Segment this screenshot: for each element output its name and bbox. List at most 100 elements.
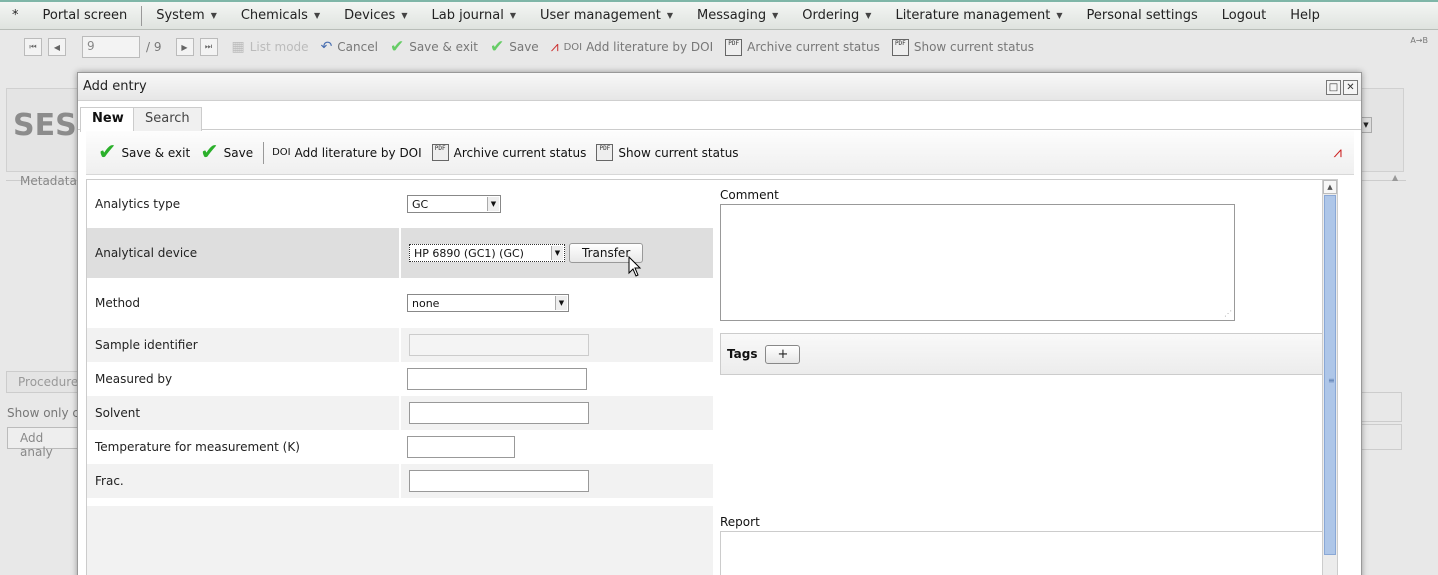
measured-by-input[interactable] xyxy=(407,368,587,390)
menu-label: Chemicals xyxy=(240,8,308,23)
menu-item-user-management[interactable]: User management ▼ xyxy=(528,2,685,30)
report-textarea[interactable] xyxy=(720,531,1337,575)
save-exit-button[interactable]: ✔ Save & exit xyxy=(390,37,478,57)
add-doi-label: Add literature by DOI xyxy=(294,145,422,160)
measured-by-label: Measured by xyxy=(95,372,173,386)
check-icon: ✔ xyxy=(98,139,117,165)
menu-item-personal-settings[interactable]: Personal settings xyxy=(1074,2,1209,30)
analytics-type-select[interactable]: GC ▼ xyxy=(407,195,501,213)
toolbar-separator xyxy=(263,141,265,164)
menu-item-ordering[interactable]: Ordering ▼ xyxy=(790,2,883,30)
tab-search[interactable]: Search xyxy=(133,107,202,131)
save-label: Save xyxy=(509,40,539,54)
menu-label: * xyxy=(12,8,19,23)
show-label: Show current status xyxy=(618,145,739,160)
dialog-add-doi-button[interactable]: DOI Add literature by DOI xyxy=(272,146,422,160)
chevron-down-icon: ▼ xyxy=(865,11,872,20)
menu-label: Lab journal xyxy=(431,8,504,23)
temperature-input[interactable] xyxy=(407,436,515,458)
maximize-icon[interactable]: □ xyxy=(1326,80,1341,95)
list-mode-button[interactable]: ▦ List mode xyxy=(232,39,309,55)
add-entry-dialog: Add entry □ ✕ New Search ✔ Save & exit ✔ S… xyxy=(77,72,1362,575)
close-icon[interactable]: ✕ xyxy=(1343,80,1358,95)
row-temperature: Temperature for measurement (K) xyxy=(87,430,713,464)
page-number-input[interactable]: 9 xyxy=(82,36,140,58)
cancel-label: Cancel xyxy=(337,40,378,54)
analytics-type-value: GC xyxy=(412,197,429,211)
frac-input[interactable] xyxy=(409,470,589,492)
collapse-arrow-icon[interactable]: ▲ xyxy=(1392,173,1398,182)
row-analytics-type: Analytics type GC ▼ xyxy=(87,180,713,228)
show-label: Show current status xyxy=(913,40,1035,54)
row-analytical-device: Analytical device HP 6890 (GC1) (GC) ▼ Tr… xyxy=(87,228,713,278)
last-record-icon[interactable]: ⏭ xyxy=(199,38,218,56)
scroll-thumb[interactable]: ≡ xyxy=(1324,195,1336,555)
tags-label: Tags xyxy=(727,347,758,361)
comment-textarea[interactable]: ⋰ xyxy=(720,204,1235,321)
chevron-down-icon: ▼ xyxy=(487,197,499,211)
chevron-down-icon: ▼ xyxy=(210,11,217,20)
chevron-down-icon: ▼ xyxy=(666,11,673,20)
pdf-archive-icon: PDF xyxy=(431,144,449,161)
grid-icon: ▦ xyxy=(231,39,245,55)
menu-item-portal-screen[interactable]: Portal screen xyxy=(31,2,140,30)
tab-new[interactable]: New xyxy=(80,107,136,132)
tags-panel: Tags + xyxy=(720,333,1332,375)
method-select[interactable]: none ▼ xyxy=(407,294,569,312)
sort-direction-icon[interactable]: A→B xyxy=(1410,36,1428,45)
menu-item-devices[interactable]: Devices ▼ xyxy=(332,2,419,30)
first-record-icon[interactable]: ⏮ xyxy=(24,38,42,56)
vertical-scrollbar[interactable]: ▲ ≡ xyxy=(1322,180,1337,575)
resize-handle-icon[interactable]: ⋰ xyxy=(1224,309,1232,318)
analytics-type-label: Analytics type xyxy=(95,197,181,211)
add-doi-button[interactable]: ⩘ DOI Add literature by DOI xyxy=(551,39,713,55)
menu-item-help[interactable]: Help xyxy=(1278,2,1332,30)
row-frac: Frac. xyxy=(87,464,713,498)
spectrum-icon[interactable]: ⩘ xyxy=(1334,143,1342,161)
chevron-down-icon: ▼ xyxy=(551,246,563,260)
menu-item-system[interactable]: System ▼ xyxy=(144,2,229,30)
scroll-up-icon[interactable]: ▲ xyxy=(1323,180,1337,194)
background-box xyxy=(1360,424,1402,450)
analytical-device-value: HP 6890 (GC1) (GC) xyxy=(414,246,524,260)
dialog-save-button[interactable]: ✔ Save xyxy=(200,141,253,163)
menu-item-logout[interactable]: Logout xyxy=(1210,2,1279,30)
row-solvent: Solvent xyxy=(87,396,713,430)
menu-item-messaging[interactable]: Messaging ▼ xyxy=(685,2,790,30)
dialog-archive-status-button[interactable]: PDF Archive current status xyxy=(431,144,586,161)
background-add-analytics-button[interactable]: Add analy xyxy=(7,427,79,459)
pdf-archive-icon: PDF xyxy=(725,38,743,56)
dialog-title: Add entry xyxy=(83,79,147,94)
dialog-show-status-button[interactable]: PDF Show current status xyxy=(596,144,739,161)
background-show-only-label: Show only c xyxy=(7,406,79,420)
row-measured-by: Measured by xyxy=(87,362,713,396)
method-label: Method xyxy=(95,296,141,310)
analytics-type-cell: GC ▼ xyxy=(399,180,713,228)
analytical-device-select[interactable]: HP 6890 (GC1) (GC) ▼ xyxy=(409,244,565,262)
solvent-label: Solvent xyxy=(87,396,399,430)
menu-item-chemicals[interactable]: Chemicals ▼ xyxy=(229,2,332,30)
add-tag-button[interactable]: + xyxy=(765,344,801,364)
background-procedure-tab[interactable]: Procedure xyxy=(6,371,86,393)
menu-label: Ordering xyxy=(802,8,860,23)
menu-item-star[interactable]: * xyxy=(0,2,31,30)
show-status-button[interactable]: PDF Show current status xyxy=(891,38,1035,56)
previous-record-icon[interactable]: ◀ xyxy=(48,38,66,56)
record-toolbar: ⏮ ◀ 9 / 9 ▶ ⏭ ▦ List mode ↶ Cancel ✔ Save &… xyxy=(0,31,1438,63)
save-button[interactable]: ✔ Save xyxy=(490,37,539,57)
menu-item-literature-management[interactable]: Literature management ▼ xyxy=(883,2,1074,30)
dialog-toolbar: ✔ Save & exit ✔ Save DOI Add literature by … xyxy=(86,131,1354,175)
menu-separator xyxy=(141,5,143,26)
dialog-save-exit-button[interactable]: ✔ Save & exit xyxy=(98,139,190,165)
doi-tag: DOI xyxy=(272,147,291,158)
archive-status-button[interactable]: PDF Archive current status xyxy=(725,38,880,56)
chevron-down-icon: ▼ xyxy=(509,11,516,20)
dialog-titlebar[interactable]: Add entry □ ✕ xyxy=(78,73,1361,101)
next-record-icon[interactable]: ▶ xyxy=(175,38,194,56)
sample-identifier-input[interactable] xyxy=(409,334,589,356)
cancel-button[interactable]: ↶ Cancel xyxy=(321,39,378,55)
background-box xyxy=(1360,392,1402,422)
menu-item-lab-journal[interactable]: Lab journal ▼ xyxy=(419,2,528,30)
report-label: Report xyxy=(720,515,760,529)
solvent-input[interactable] xyxy=(409,402,589,424)
